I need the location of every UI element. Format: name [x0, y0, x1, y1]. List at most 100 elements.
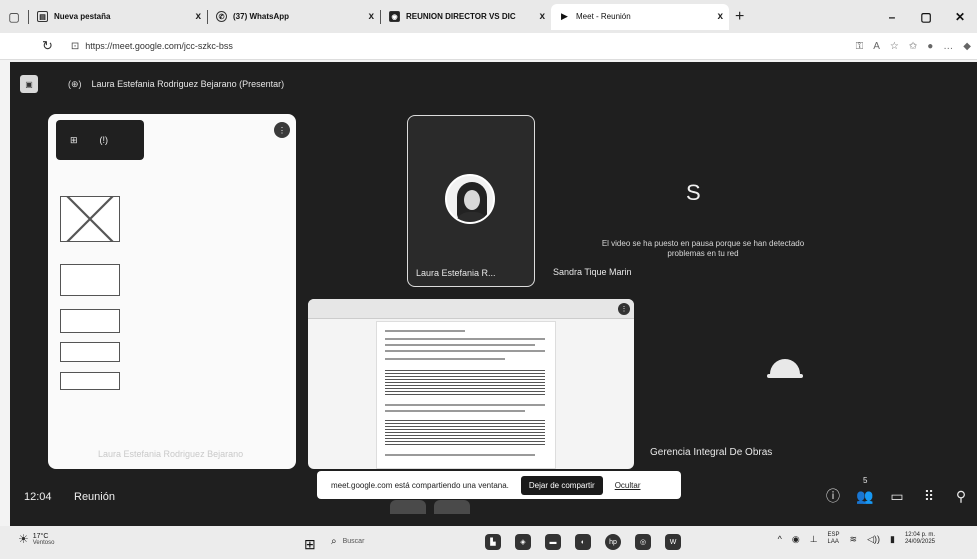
- sketch-box: [60, 372, 120, 390]
- usb-icon[interactable]: ⊥: [810, 534, 818, 545]
- copilot-icon[interactable]: ◆: [963, 41, 971, 52]
- store-icon[interactable]: ◈: [515, 534, 531, 550]
- tab-label: (37) WhatsApp: [233, 12, 289, 21]
- tab-label: REUNION DIRECTOR VS DIC: [406, 12, 516, 21]
- avatar: [445, 174, 495, 224]
- close-tab-icon[interactable]: x: [717, 11, 723, 22]
- key-icon[interactable]: ⚿: [856, 41, 864, 52]
- shared-screen-tile[interactable]: ⊞ (!) ⋮ Laura Estefania Rodriguez Bejara…: [48, 114, 296, 469]
- chat-icon[interactable]: ▭: [881, 488, 913, 505]
- close-window-icon[interactable]: ✕: [943, 10, 977, 24]
- taskbar-apps: ▙ ◈ ▬ ◐ hp ◎ W: [485, 534, 681, 550]
- participant-tile-sandra[interactable]: S El video se ha puesto en pausa porque …: [550, 115, 850, 287]
- chrome-icon[interactable]: ◎: [635, 534, 651, 550]
- meeting-title: Reunión: [74, 491, 115, 503]
- presenter-title: Laura Estefania Rodriguez Bejarano (Pres…: [91, 79, 285, 89]
- file-explorer-icon[interactable]: ▙: [485, 534, 501, 550]
- taskbar: ☀ 17°C Ventoso ⊞ ⌕ Buscar ▙ ◈ ▬ ◐ hp ◎ W…: [0, 526, 977, 559]
- hp-icon[interactable]: hp: [605, 534, 621, 550]
- camera-button[interactable]: [434, 500, 470, 514]
- mic-button[interactable]: [390, 500, 426, 514]
- participant-tile-laura[interactable]: Laura Estefania R...: [407, 115, 535, 287]
- minimize-icon[interactable]: –: [875, 10, 909, 24]
- share-notice-message: meet.google.com está compartiendo una ve…: [331, 480, 509, 490]
- whatsapp-icon: ✆: [216, 11, 227, 22]
- close-tab-icon[interactable]: x: [368, 11, 374, 22]
- language-top: ESP: [827, 532, 840, 538]
- hard-hat-icon: [767, 359, 803, 385]
- address-bar: ↻ ⊡ https://meet.google.com/jcc-szkc-bss…: [0, 33, 977, 60]
- new-tab-button[interactable]: +: [735, 8, 744, 26]
- taskbar-search[interactable]: ⌕ Buscar: [331, 536, 364, 547]
- shared-document-tile[interactable]: ⋮: [308, 299, 634, 469]
- meet-header: ▣ (⊕) Laura Estefania Rodriguez Bejarano…: [10, 74, 284, 94]
- tab-meet-reunion[interactable]: ▶ Meet - Reunión x: [551, 3, 729, 30]
- profile-icon[interactable]: ●: [927, 41, 933, 52]
- record-icon: ◉: [389, 11, 400, 22]
- language-bottom: LAA: [827, 539, 839, 545]
- clock[interactable]: 12:04 p. m. 24/09/2025: [905, 532, 935, 546]
- weather-condition: Ventoso: [32, 539, 55, 546]
- star-icon[interactable]: ☆: [890, 41, 899, 52]
- window-menu-icon[interactable]: ▢: [0, 0, 28, 33]
- window-controls: – ▢ ✕: [875, 0, 977, 33]
- participant-initial: S: [686, 180, 701, 205]
- more-options-icon[interactable]: ⋮: [618, 303, 630, 315]
- sketch-box: [60, 196, 120, 242]
- share-mini-toolbar: ⊞ (!): [56, 120, 144, 160]
- stop-sharing-button[interactable]: Dejar de compartir: [520, 475, 603, 495]
- reload-icon[interactable]: ↻: [42, 38, 53, 54]
- people-icon[interactable]: 👥 5: [849, 476, 881, 505]
- more-icon[interactable]: …: [943, 41, 953, 52]
- edge-icon[interactable]: ◐: [575, 534, 591, 550]
- close-tab-icon[interactable]: x: [539, 11, 545, 22]
- mute-icon[interactable]: (!): [100, 135, 109, 145]
- browser-tab-strip: ▢ ▤ Nueva pestaña x ✆ (37) WhatsApp x ◉ …: [0, 0, 977, 33]
- document-page: [376, 321, 556, 469]
- participant-count: 5: [863, 475, 868, 485]
- read-aloud-icon[interactable]: A: [873, 41, 880, 52]
- weather-widget[interactable]: ☀ 17°C Ventoso: [18, 532, 54, 546]
- network-app-icon[interactable]: ◉: [792, 534, 800, 545]
- battery-icon[interactable]: ▮: [890, 534, 895, 545]
- activities-icon[interactable]: ⠿: [913, 488, 945, 505]
- favorites-icon[interactable]: ✩: [909, 41, 917, 52]
- tab-whatsapp[interactable]: ✆ (37) WhatsApp x: [208, 4, 380, 30]
- tab-reunion-director[interactable]: ◉ REUNION DIRECTOR VS DIC x: [381, 4, 551, 30]
- lock-icon[interactable]: ⊡: [71, 41, 79, 52]
- weather-icon: ☀: [18, 532, 29, 546]
- sketch-box: [60, 264, 120, 296]
- maximize-icon[interactable]: ▢: [909, 10, 943, 24]
- document-toolbar: [308, 299, 634, 319]
- video-paused-message: El video se ha puesto en pausa porque se…: [601, 239, 805, 258]
- clock-time: 12:04 p. m.: [904, 532, 935, 538]
- folder-icon[interactable]: ▬: [545, 534, 561, 550]
- wifi-icon[interactable]: ≋: [850, 534, 858, 545]
- share-tile-name: Laura Estefania Rodriguez Bejarano: [98, 449, 244, 459]
- sketch-box: [60, 342, 120, 362]
- meeting-time: 12:04: [24, 491, 52, 503]
- close-tab-icon[interactable]: x: [195, 11, 201, 22]
- chevron-up-icon[interactable]: ^: [778, 534, 782, 544]
- participant-name: Gerencia Integral De Obras: [650, 447, 773, 458]
- url-field[interactable]: https://meet.google.com/jcc-szkc-bss: [85, 41, 233, 51]
- volume-icon[interactable]: ◁)): [867, 534, 880, 545]
- sketch-box: [60, 309, 120, 333]
- info-icon[interactable]: ⓘ: [817, 486, 849, 506]
- search-icon: ⌕: [331, 536, 337, 547]
- search-placeholder: Buscar: [342, 538, 365, 545]
- host-controls-icon[interactable]: ⚲: [945, 488, 977, 505]
- pin-icon[interactable]: ⊞: [70, 135, 78, 146]
- tab-nueva-pestana[interactable]: ▤ Nueva pestaña x: [29, 4, 207, 30]
- meet-stage: ▣ (⊕) Laura Estefania Rodriguez Bejarano…: [10, 62, 977, 526]
- page-icon: ▤: [37, 11, 48, 22]
- tab-label: Nueva pestaña: [54, 12, 111, 21]
- language-indicator[interactable]: ESP LAA: [828, 532, 840, 546]
- address-bar-actions: ⚿ A ☆ ✩ ● … ◆: [856, 33, 971, 60]
- word-icon[interactable]: W: [665, 534, 681, 550]
- start-icon[interactable]: ⊞: [304, 536, 316, 553]
- clock-date: 24/09/2025: [904, 539, 935, 545]
- hide-button[interactable]: Ocultar: [615, 481, 641, 490]
- more-options-icon[interactable]: ⋮: [274, 122, 290, 138]
- presenting-icon: (⊕): [68, 78, 82, 89]
